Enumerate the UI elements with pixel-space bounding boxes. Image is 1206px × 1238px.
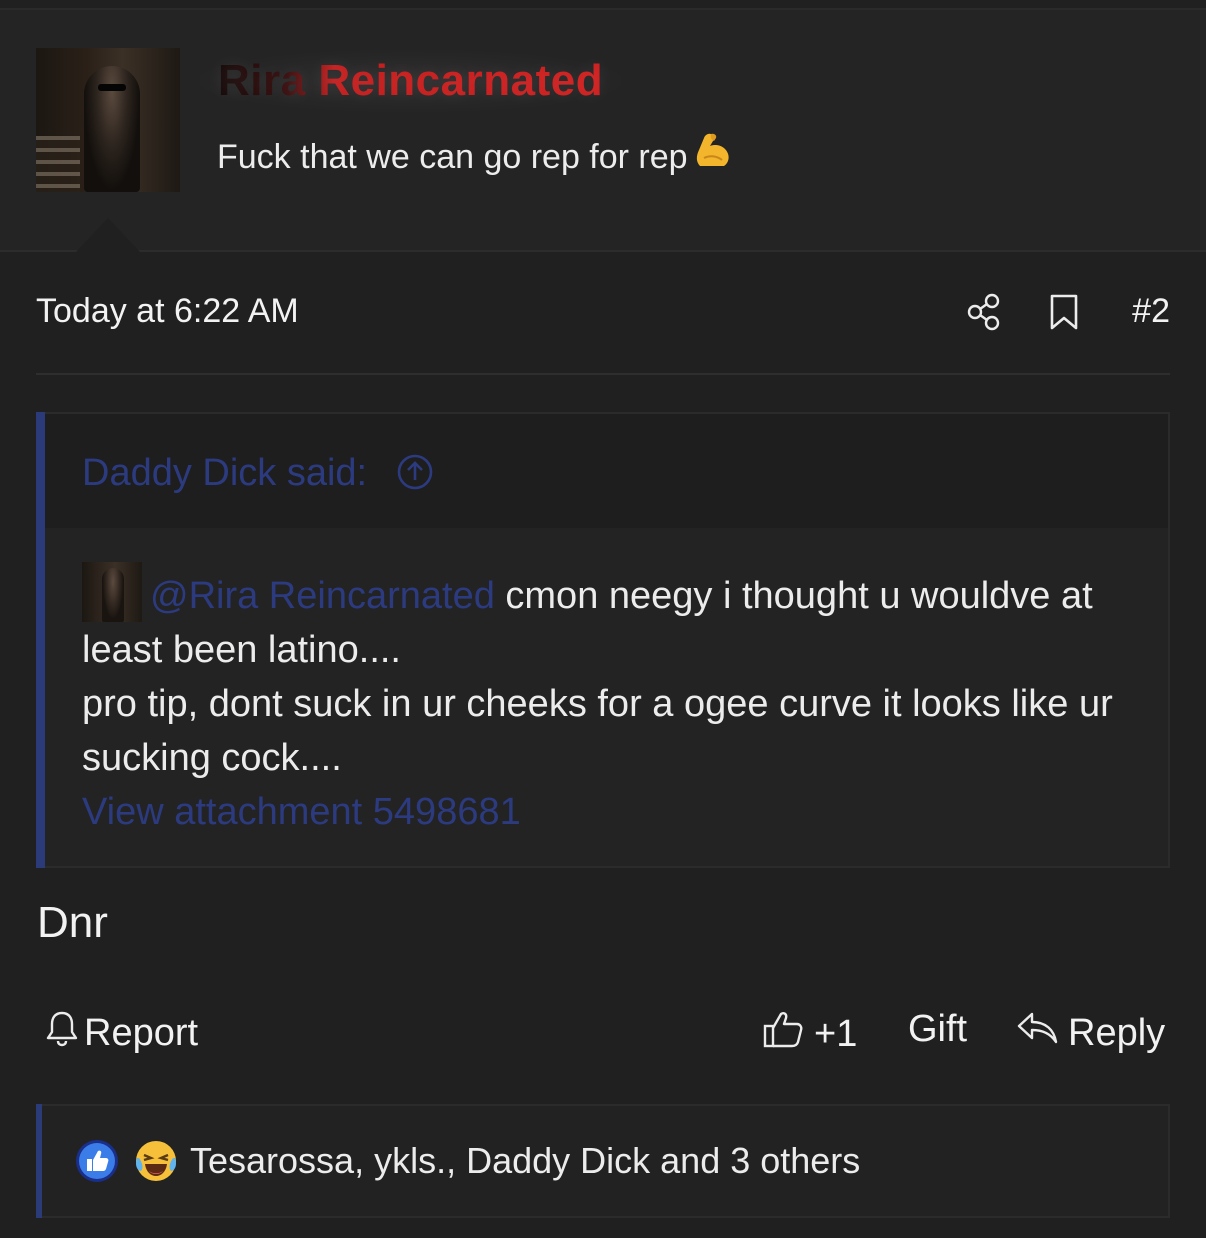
signature-text: Fuck that we can go rep for rep	[217, 138, 688, 176]
user-mention[interactable]: @Rira Reincarnated	[150, 575, 495, 617]
bookmark-icon[interactable]	[1048, 292, 1080, 332]
post-timestamp[interactable]: Today at 6:22 AM	[36, 292, 299, 331]
author-avatar[interactable]	[36, 48, 180, 192]
quote-accent-bar	[36, 412, 45, 868]
reactions-accent-bar	[36, 1104, 42, 1218]
username-wrap: Rira Reincarnated	[200, 50, 622, 112]
quote-body: @Rira Reincarnated cmon neegy i thought …	[82, 560, 1142, 839]
quote-author-link[interactable]: Daddy Dick said:	[82, 452, 367, 495]
post-page: Rira Reincarnated Fuck that we can go re…	[0, 0, 1206, 1238]
author-pointer	[76, 218, 140, 252]
avatar-stairs	[36, 136, 80, 192]
post-body: Dnr	[37, 898, 108, 947]
view-attachment-link[interactable]: View attachment 5498681	[82, 791, 521, 833]
like-icon[interactable]	[74, 1138, 120, 1184]
flexed-biceps-icon	[690, 126, 736, 181]
reply-arrow-icon	[1016, 1008, 1060, 1058]
author-signature: Fuck that we can go rep for rep	[217, 126, 736, 181]
like-count: +1	[814, 1012, 858, 1055]
reply-button[interactable]: Reply	[1016, 1008, 1165, 1058]
reply-label: Reply	[1068, 1011, 1166, 1054]
report-label: Report	[84, 1011, 199, 1054]
mention-avatar[interactable]	[82, 562, 142, 622]
share-icon[interactable]	[966, 292, 1002, 332]
avatar-sunglasses	[98, 84, 126, 91]
laughing-crying-icon[interactable]	[133, 1138, 179, 1184]
meta-divider	[36, 373, 1170, 375]
gift-button[interactable]: Gift	[908, 1008, 967, 1051]
reaction-users[interactable]: Tesarossa, ykls., Daddy Dick and 3 other…	[190, 1140, 860, 1182]
author-username[interactable]: Rira Reincarnated	[218, 56, 603, 105]
bell-icon	[44, 1008, 80, 1058]
post-number[interactable]: #2	[1132, 292, 1170, 331]
like-button[interactable]: +1	[762, 1008, 857, 1060]
quote-text-line2: pro tip, dont suck in ur cheeks for a og…	[82, 683, 1113, 779]
post-meta-row: Today at 6:22 AM #2	[36, 290, 1170, 338]
arrow-up-circle-icon[interactable]	[396, 453, 434, 491]
report-button[interactable]: Report	[44, 1008, 198, 1058]
thumbs-up-icon	[762, 1008, 804, 1060]
